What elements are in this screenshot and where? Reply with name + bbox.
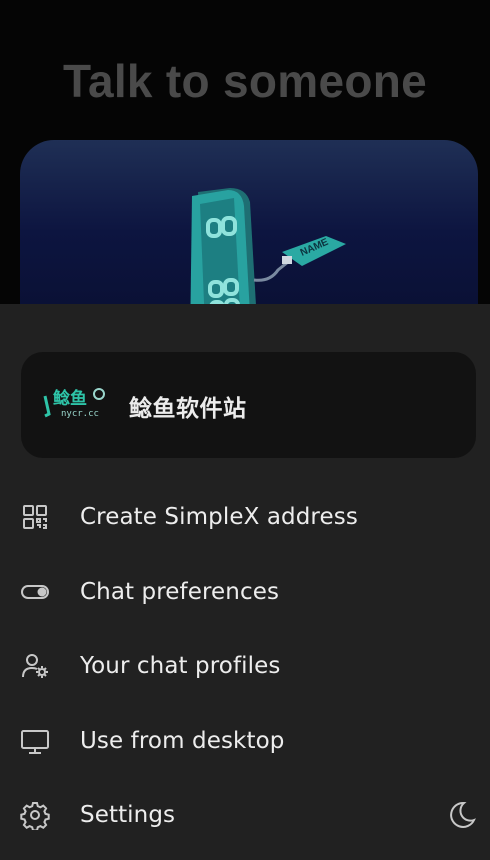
profile-name: 鲶鱼软件站 bbox=[129, 396, 247, 422]
menu-item-chat-profiles[interactable]: Your chat profiles bbox=[0, 635, 490, 695]
menu-item-label: Use from desktop bbox=[80, 728, 285, 754]
user-settings-icon bbox=[20, 651, 50, 681]
page-title: Talk to someone bbox=[62, 55, 428, 107]
avatar-logo-subtext: nycr.cc bbox=[61, 409, 99, 419]
menu-item-label: Settings bbox=[80, 802, 176, 828]
desktop-icon bbox=[20, 726, 50, 756]
menu-item-settings[interactable]: Settings bbox=[0, 784, 490, 844]
active-profile-card[interactable]: 鲶鱼 nycr.cc 鲶鱼软件站 bbox=[21, 352, 476, 458]
menu-item-label: Your chat profiles bbox=[80, 653, 281, 679]
menu-item-use-from-desktop[interactable]: Use from desktop bbox=[0, 710, 490, 770]
menu-item-label: Create SimpleX address bbox=[80, 504, 358, 530]
profile-avatar: 鲶鱼 nycr.cc bbox=[41, 382, 107, 428]
menu-item-create-address[interactable]: Create SimpleX address bbox=[0, 486, 490, 546]
menu-item-label: Chat preferences bbox=[80, 579, 280, 605]
avatar-logo-text: 鲶鱼 bbox=[52, 388, 87, 409]
profile-menu-sheet: 鲶鱼 nycr.cc 鲶鱼软件站 Create SimpleX address bbox=[0, 304, 490, 860]
moon-icon bbox=[444, 801, 478, 836]
toggle-icon bbox=[20, 577, 50, 607]
menu-item-chat-preferences[interactable]: Chat preferences bbox=[0, 561, 490, 621]
theme-toggle-button[interactable] bbox=[444, 798, 478, 832]
name-badge: NAME bbox=[282, 236, 346, 266]
gear-icon bbox=[20, 800, 50, 832]
qr-code-icon bbox=[20, 502, 50, 532]
